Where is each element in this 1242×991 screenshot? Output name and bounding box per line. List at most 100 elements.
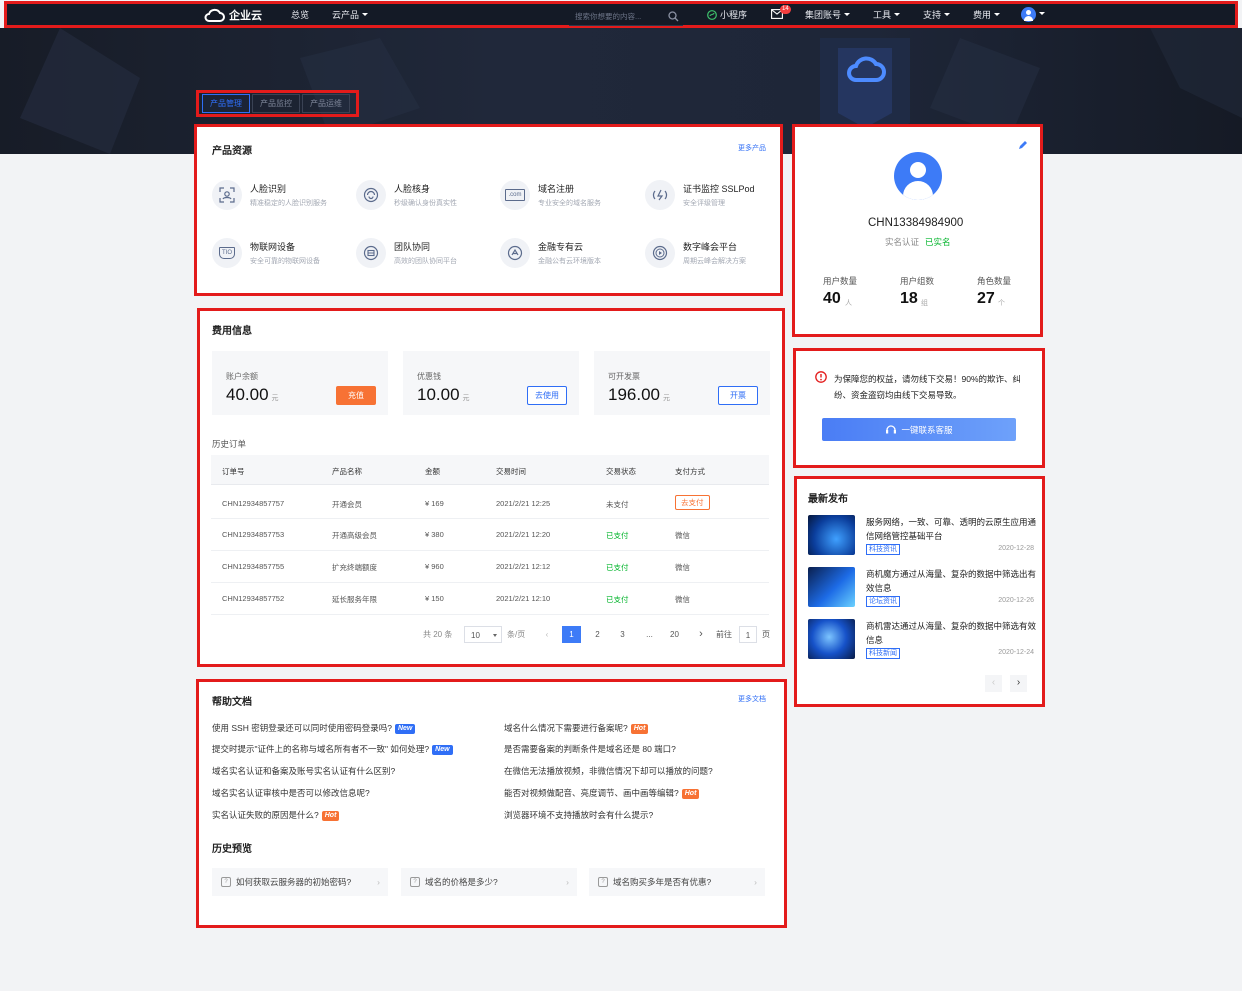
help-link[interactable]: 使用 SSH 密钥登录还可以同时使用密码登录吗? New — [212, 722, 416, 734]
more-products-link[interactable]: 更多产品 — [738, 143, 766, 153]
menu-support[interactable]: 支持 — [923, 8, 951, 21]
hot-badge: Hot — [681, 789, 700, 799]
news-item[interactable]: 商机雷达通过从海量、复杂的数据中筛选有效信息 科技新闻 2020-12-24 — [808, 619, 1037, 667]
order-payment: 微信 — [675, 563, 690, 572]
brand-logo[interactable]: 企业云 — [203, 7, 262, 23]
menu-group-account[interactable]: 集团账号 — [805, 8, 851, 21]
col-payment: 支付方式 — [675, 467, 705, 476]
product-item[interactable]: 人脸识别 精准稳定的人脸识别服务 — [212, 180, 352, 220]
profile-avatar[interactable] — [894, 152, 942, 200]
news-thumbnail — [808, 619, 855, 659]
order-amount: ¥ 960 — [425, 562, 444, 571]
col-time: 交易时间 — [496, 467, 526, 476]
chevron-down-icon — [994, 13, 1001, 19]
menu-billing[interactable]: 费用 — [973, 8, 1001, 21]
nav-cloud-products[interactable]: 云产品 — [332, 8, 369, 21]
user-avatar-menu[interactable] — [1021, 7, 1045, 22]
history-item-text: 如何获取云服务器的初始密码? — [236, 877, 352, 887]
nav-overview[interactable]: 总览 — [291, 8, 309, 21]
edit-icon[interactable] — [1018, 140, 1028, 150]
more-docs-link[interactable]: 更多文档 — [738, 694, 766, 704]
chevron-right-icon: › — [566, 877, 569, 887]
product-item[interactable]: 人脸核身 秒级确认身份真实性 — [356, 180, 496, 220]
help-link[interactable]: 能否对视频做配音、亮度调节、画中画等编辑? Hot — [504, 787, 700, 799]
search-input[interactable]: 搜索你想要的内容... — [569, 8, 683, 26]
order-amount: ¥ 150 — [425, 594, 444, 603]
page-size-select[interactable]: 10 — [464, 626, 502, 643]
page-ellipsis[interactable]: ... — [640, 626, 659, 643]
news-prev-icon[interactable]: ‹ — [985, 675, 1002, 692]
search-icon[interactable] — [668, 11, 679, 22]
news-date: 2020-12-24 — [998, 649, 1034, 656]
help-link[interactable]: 是否需要备案的判断条件是域名还是 80 端口? — [504, 743, 676, 755]
contact-service-button[interactable]: 一键联系客服 — [822, 418, 1016, 441]
product-item[interactable]: TIO 物联网设备 安全可靠的物联网设备 — [212, 238, 352, 278]
prev-page-icon[interactable]: ‹ — [538, 626, 556, 643]
question-icon: ? — [598, 877, 608, 887]
tab-product-monitoring[interactable]: 产品监控 — [252, 94, 300, 113]
help-link[interactable]: 在微信无法播放视频，非微信情况下却可以播放的问题? — [504, 765, 713, 777]
news-title: 商机魔方通过从海量、复杂的数据中筛选出有效信息 — [866, 569, 1037, 593]
col-product: 产品名称 — [332, 467, 362, 476]
order-status: 已支付 — [606, 563, 629, 572]
chevron-down-icon — [1039, 11, 1045, 18]
product-item[interactable]: 证书监控 SSLPod 安全评级管理 — [645, 180, 785, 220]
help-link[interactable]: 域名实名认证审核中是否可以修改信息呢? — [212, 787, 370, 799]
news-title: 商机雷达通过从海量、复杂的数据中筛选有效信息 — [866, 621, 1037, 645]
new-badge: New — [432, 745, 453, 755]
nav-cloud-products-label: 云产品 — [332, 10, 360, 20]
product-item[interactable]: 金融专有云 金融公有云环境版本 — [500, 238, 640, 278]
coupon-unit: 元 — [462, 395, 470, 402]
news-title: 服务网络，一致、可靠、透明的云原生应用通信网络管控基础平台 — [866, 517, 1037, 541]
chevron-down-icon — [362, 13, 369, 19]
help-link-text: 域名什么情况下需要进行备案呢? — [504, 723, 628, 733]
history-item[interactable]: ? 域名购买多年是否有优惠? › — [589, 868, 765, 896]
menu-tools[interactable]: 工具 — [873, 8, 901, 21]
history-item[interactable]: ? 如何获取云服务器的初始密码? › — [212, 868, 388, 896]
goto-page-input[interactable]: 1 — [739, 626, 757, 643]
page-20[interactable]: 20 — [665, 626, 684, 643]
next-page-icon[interactable]: › — [692, 626, 710, 643]
page-2[interactable]: 2 — [588, 626, 607, 643]
help-link[interactable]: 浏览器环境不支持播放时会有什么提示? — [504, 809, 653, 821]
mail-button[interactable]: 14 — [771, 5, 791, 21]
help-link[interactable]: 实名认证失败的原因是什么? Hot — [212, 809, 340, 821]
pay-now-button[interactable]: 去支付 — [675, 495, 710, 510]
product-desc: 专业安全的域名服务 — [538, 200, 601, 207]
product-desc: 秒级确认身份真实性 — [394, 200, 457, 207]
goto-page-unit: 页 — [762, 630, 770, 639]
invoice-button[interactable]: 开票 — [718, 386, 758, 405]
recharge-button[interactable]: 充值 — [336, 386, 376, 405]
news-next-icon[interactable]: › — [1010, 675, 1027, 692]
page-3[interactable]: 3 — [613, 626, 632, 643]
order-product: 开通会员 — [332, 500, 362, 509]
history-preview-title: 历史预览 — [212, 844, 252, 855]
product-item[interactable]: 团队协同 高效的团队协同平台 — [356, 238, 496, 278]
order-product: 延长服务年限 — [332, 595, 377, 604]
product-item[interactable]: 数字峰会平台 周期云峰会解决方案 — [645, 238, 785, 278]
balance-panel: 账户余额 40.00 元 充值 — [212, 351, 388, 415]
help-link[interactable]: 域名什么情况下需要进行备案呢? Hot — [504, 722, 649, 734]
tab-bar: 产品管理 产品监控 产品运维 — [196, 90, 359, 117]
tab-product-operations[interactable]: 产品运维 — [302, 94, 350, 113]
help-link[interactable]: 域名实名认证和备案及账号实名认证有什么区别? — [212, 765, 395, 777]
col-status: 交易状态 — [606, 467, 636, 476]
order-status: 已支付 — [606, 531, 629, 540]
order-history-title: 历史订单 — [212, 439, 247, 449]
tab-product-management[interactable]: 产品管理 — [202, 94, 250, 113]
security-notice-card — [793, 348, 1045, 468]
help-link[interactable]: 提交时提示"证件上的名称与域名所有者不一致" 如何处理? New — [212, 743, 453, 755]
latest-news-title: 最新发布 — [808, 494, 848, 505]
news-item[interactable]: 服务网络，一致、可靠、透明的云原生应用通信网络管控基础平台 科技资讯 2020-… — [808, 515, 1037, 563]
product-name: 域名注册 — [538, 184, 575, 194]
stat-label-users: 用户数量 — [823, 276, 858, 286]
use-coupon-button[interactable]: 去使用 — [527, 386, 567, 405]
balance-value: 40.00 元 — [226, 385, 279, 405]
nav-miniprogram[interactable]: 小程序 — [707, 8, 747, 21]
news-item[interactable]: 商机魔方通过从海量、复杂的数据中筛选出有效信息 论坛资讯 2020-12-26 — [808, 567, 1037, 615]
page-1[interactable]: 1 — [562, 626, 581, 643]
balance-amount: 40.00 — [226, 385, 269, 404]
product-desc: 周期云峰会解决方案 — [683, 258, 746, 265]
history-item[interactable]: ? 域名的价格是多少? › — [401, 868, 577, 896]
product-item[interactable]: .com 域名注册 专业安全的域名服务 — [500, 180, 640, 220]
